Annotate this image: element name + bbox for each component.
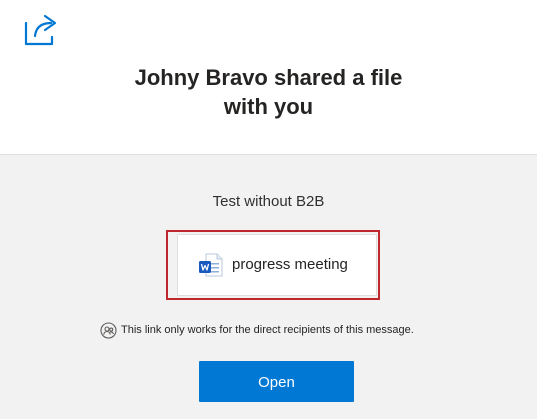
title-line-2: with you — [223, 94, 314, 119]
word-document-icon — [199, 253, 223, 277]
people-icon — [100, 321, 117, 339]
share-title: Johny Bravo shared a file with you — [0, 63, 537, 121]
share-message: Test without B2B — [212, 193, 325, 210]
share-message-body: Test without B2B progress meeting This l… — [0, 155, 537, 419]
recipient-notice: This link only works for the direct reci… — [100, 321, 414, 339]
open-button[interactable]: Open — [199, 361, 354, 402]
file-name: progress meeting — [232, 256, 348, 273]
shared-file-card[interactable]: progress meeting — [177, 234, 377, 296]
title-line-1: Johny Bravo shared a file — [134, 65, 403, 90]
email-header: Johny Bravo shared a file with you — [0, 0, 537, 155]
notice-text: This link only works for the direct reci… — [121, 324, 414, 336]
share-icon — [24, 14, 57, 46]
